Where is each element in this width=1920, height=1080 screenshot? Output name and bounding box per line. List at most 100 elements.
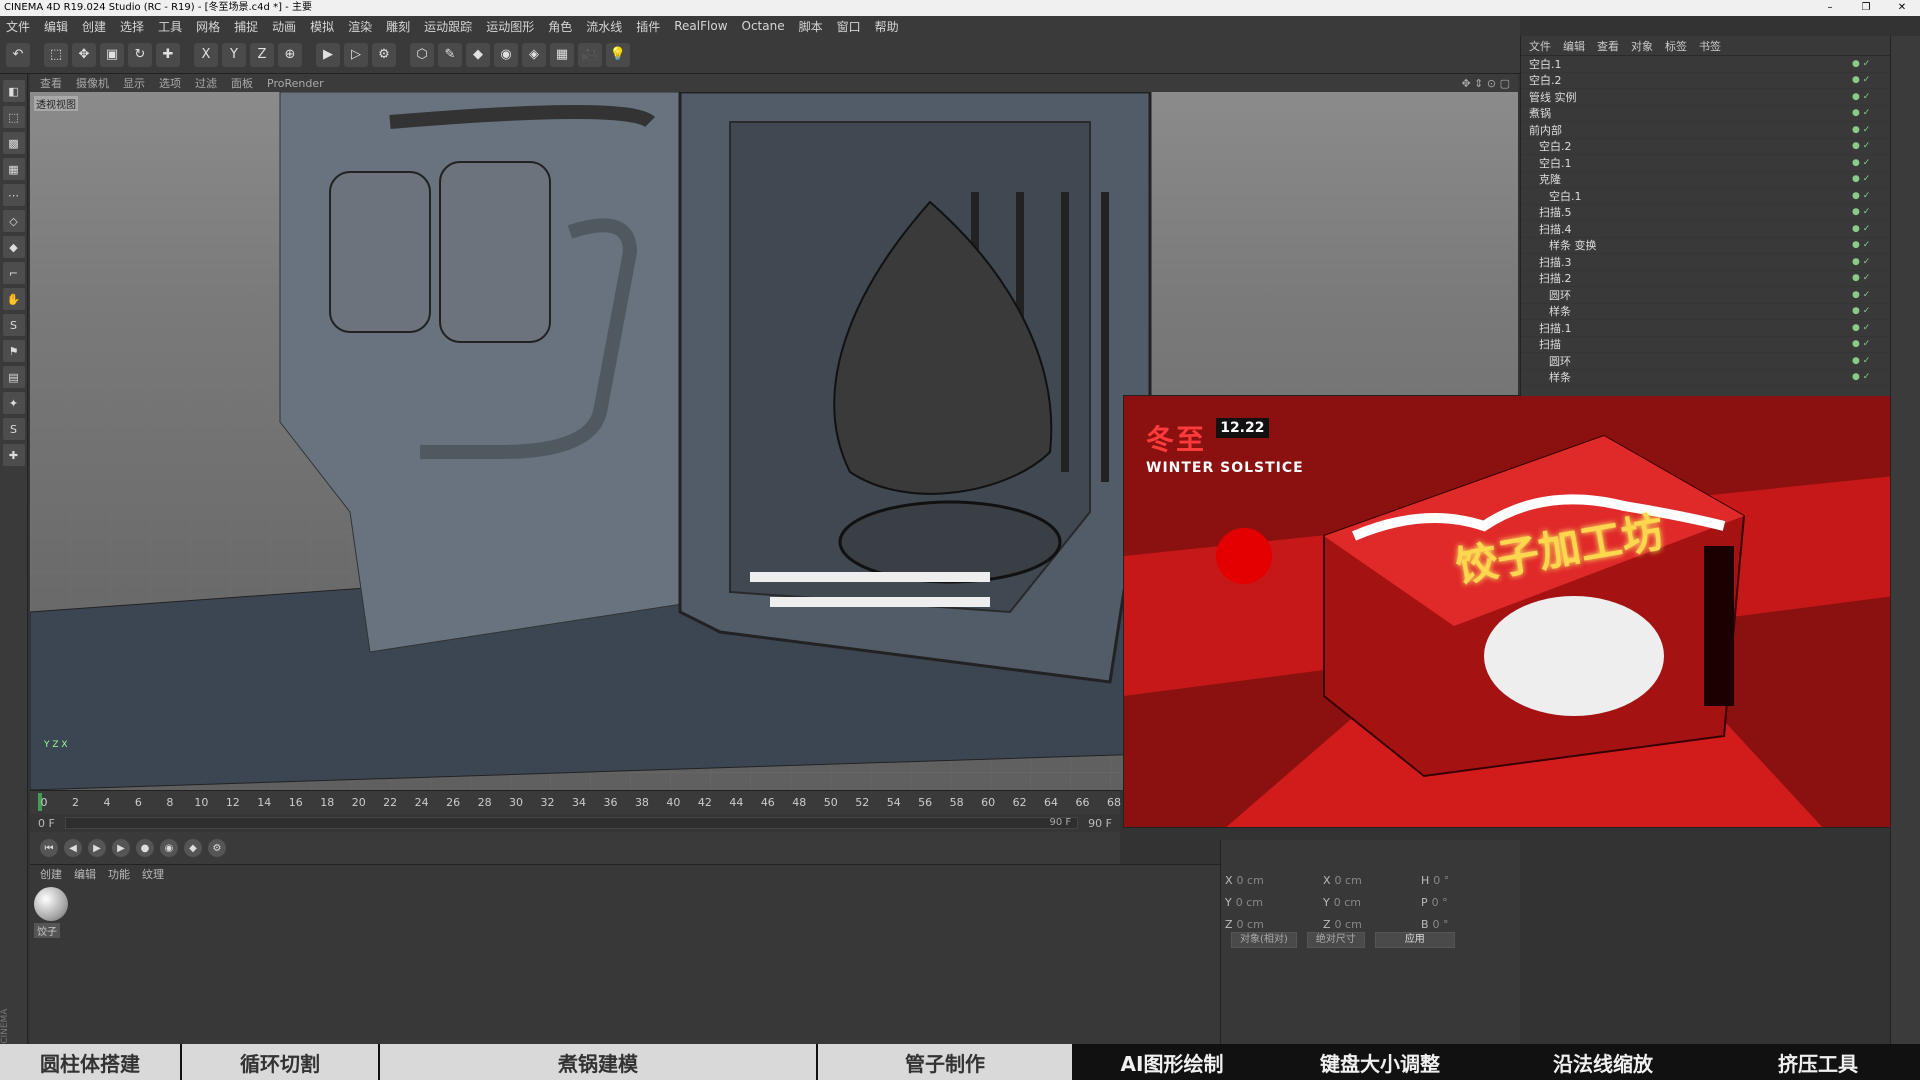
visibility-icon[interactable]: ● ✓ [1852,339,1882,349]
object-row[interactable]: 扫描.1 ● ✓ [1521,320,1890,337]
coordinate-value[interactable]: 0 ° [1432,896,1448,914]
menu-item[interactable]: 运动跟踪 [424,18,472,35]
deformer-icon[interactable]: ◈ [522,42,546,67]
play-icon[interactable]: ▶ [88,839,106,857]
menu-item[interactable]: 窗口 [837,18,861,35]
select-icon[interactable]: ⬚ [44,42,68,67]
close-button[interactable]: ✕ [1884,0,1920,16]
cube-icon[interactable]: ⬡ [410,42,434,67]
axis-mode-icon[interactable]: ⌐ [2,262,25,284]
world-icon[interactable]: ⊕ [278,42,302,67]
viewport-menu-item[interactable]: 选项 [159,75,181,91]
subdiv-icon[interactable]: ◆ [466,42,490,67]
object-row[interactable]: 样条 ● ✓ [1521,304,1890,320]
visibility-icon[interactable]: ● ✓ [1852,240,1882,250]
plugin-icon[interactable]: ✚ [2,444,25,466]
settings-icon[interactable]: ⚙ [208,839,226,857]
maximize-button[interactable]: ❐ [1848,0,1884,16]
menu-item[interactable]: 模拟 [310,18,334,35]
end-frame-field[interactable]: 90 F [1088,817,1112,830]
coordinate-field[interactable]: P 0 ° [1417,896,1515,914]
object-row[interactable]: 圆环 ● ✓ [1521,353,1890,370]
keyframe-icon[interactable]: ◆ [184,839,202,857]
viewport-menu-item[interactable]: 面板 [231,75,253,91]
visibility-icon[interactable]: ● ✓ [1852,306,1882,316]
object-manager-menu-item[interactable]: 编辑 [1563,38,1585,54]
viewport-menu-item[interactable]: 过滤 [195,75,217,91]
object-row[interactable]: 圆环 ● ✓ [1521,287,1890,304]
visibility-icon[interactable]: ● ✓ [1852,125,1882,135]
object-row[interactable]: 前内部 ● ✓ [1521,122,1890,139]
coordinate-field[interactable]: B 0 ° [1417,918,1515,936]
coordinate-field[interactable]: Z 0 cm [1221,918,1319,936]
visibility-icon[interactable]: ● ✓ [1852,75,1882,85]
viewport-menu-item[interactable]: 摄像机 [76,75,109,91]
minimize-button[interactable]: – [1812,0,1848,16]
current-frame-field[interactable]: 0 F [38,817,55,830]
menu-item[interactable]: 网格 [196,18,220,35]
texture-mode-icon[interactable]: ▩ [2,132,25,154]
sculpt-icon[interactable]: ✦ [2,392,25,414]
object-row[interactable]: 扫描 ● ✓ [1521,337,1890,353]
y-axis-icon[interactable]: Y [222,42,246,67]
coordinate-field[interactable]: Y 0 cm [1319,896,1417,914]
script-icon[interactable]: S [2,418,25,440]
coordinate-field[interactable]: H0 ° [1417,874,1515,892]
polygons-mode-icon[interactable]: ◆ [2,236,25,258]
coordinate-value[interactable]: 0 cm [1334,896,1361,914]
menu-item[interactable]: 创建 [82,18,106,35]
object-row[interactable]: 管线 实例 ● ✓ [1521,89,1890,106]
object-row[interactable]: 煮锅 ● ✓ [1521,106,1890,122]
workplane-icon[interactable]: ▦ [2,158,25,180]
visibility-icon[interactable]: ● ✓ [1852,257,1882,267]
object-manager-menu-item[interactable]: 标签 [1665,38,1687,54]
viewport-menu-item[interactable]: ProRender [267,77,324,90]
menu-item[interactable]: 插件 [636,18,660,35]
undo-icon[interactable]: ↶ [6,42,30,67]
lock-icon[interactable]: ⚑ [2,340,25,362]
coordinate-value[interactable]: 0 ° [1433,874,1449,892]
frame-range-slider[interactable]: 90 F [64,817,1079,829]
object-row[interactable]: 空白.1 ● ✓ [1521,188,1890,205]
visibility-icon[interactable]: ● ✓ [1852,174,1882,184]
coordinate-value[interactable]: 0 cm [1335,918,1362,936]
object-row[interactable]: 样条 ● ✓ [1521,370,1890,386]
x-axis-icon[interactable]: X [194,42,218,67]
visibility-icon[interactable]: ● ✓ [1852,158,1882,168]
viewport-menu-item[interactable]: 查看 [40,75,62,91]
material-preview-ball[interactable] [34,887,68,921]
material-menu-item[interactable]: 创建 [40,866,62,882]
timeline-ruler[interactable]: 0 2 4 6 8 10 12 14 16 18 20 22 24 26 28 30 32 34 36 38 40 42 4… [30,790,1121,814]
add-icon[interactable]: ✚ [156,42,180,67]
prev-frame-icon[interactable]: ◀ [64,839,82,857]
menu-item[interactable]: 帮助 [875,18,899,35]
autokey-icon[interactable]: ◉ [160,839,178,857]
coordinate-value[interactable]: 0 cm [1335,874,1362,892]
visibility-icon[interactable]: ● ✓ [1852,141,1882,151]
object-row[interactable]: 克隆 ● ✓ [1521,172,1890,188]
coordinate-field[interactable]: Y 0 cm [1221,896,1319,914]
viewport-menu-item[interactable]: 显示 [123,75,145,91]
grid-icon[interactable]: ▤ [2,366,25,388]
coordinate-value[interactable]: 0 cm [1236,896,1263,914]
render-view-icon[interactable]: ▶ [316,42,340,67]
menu-item[interactable]: RealFlow [674,19,727,33]
visibility-icon[interactable]: ● ✓ [1852,108,1882,118]
object-manager-menu-item[interactable]: 对象 [1631,38,1653,54]
points-mode-icon[interactable]: ⋯ [2,184,25,206]
object-row[interactable]: 扫描.3 ● ✓ [1521,254,1890,271]
menu-item[interactable]: 编辑 [44,18,68,35]
menu-item[interactable]: 角色 [548,18,572,35]
next-frame-icon[interactable]: ▶ [112,839,130,857]
object-manager-menu-item[interactable]: 书签 [1699,38,1721,54]
model-mode-icon[interactable]: ⬚ [2,106,25,128]
coordinate-value[interactable]: 0 cm [1237,874,1264,892]
menu-item[interactable]: 捕捉 [234,18,258,35]
light-icon[interactable]: 💡 [606,42,630,67]
material-menu-item[interactable]: 功能 [108,866,130,882]
visibility-icon[interactable]: ● ✓ [1852,207,1882,217]
coordinate-field[interactable]: Z 0 cm [1319,918,1417,936]
visibility-icon[interactable]: ● ✓ [1852,273,1882,283]
object-row[interactable]: 扫描.2 ● ✓ [1521,271,1890,287]
visibility-icon[interactable]: ● ✓ [1852,290,1882,300]
